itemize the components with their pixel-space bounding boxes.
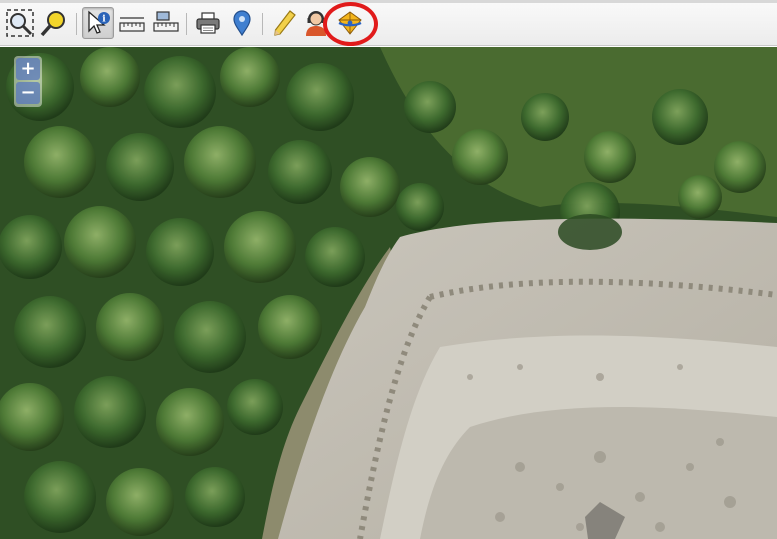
zoom-out-button[interactable]: − xyxy=(16,82,40,104)
print-button[interactable] xyxy=(192,7,224,39)
pencil-icon xyxy=(274,10,296,36)
place-marker-button[interactable] xyxy=(226,7,258,39)
map-view[interactable]: + − xyxy=(0,47,777,539)
ruler-area-icon xyxy=(153,11,179,32)
zoom-in-button[interactable]: + xyxy=(16,58,40,80)
svg-text:i: i xyxy=(102,15,106,25)
toolbar-top-border xyxy=(0,0,777,3)
edit-pencil-button[interactable] xyxy=(268,7,300,39)
zoom-in-tool-button[interactable] xyxy=(38,7,70,39)
toolbar-separator xyxy=(186,13,187,35)
identify-tool-button[interactable]: i xyxy=(82,7,114,39)
zoom-control: + − xyxy=(14,56,42,107)
zoom-extent-icon xyxy=(6,9,34,37)
toolbar-separator xyxy=(76,13,77,35)
toolbar-separator xyxy=(262,13,263,35)
measure-area-button[interactable] xyxy=(150,7,182,39)
highlight-circle-annotation xyxy=(323,2,378,46)
magnifier-yellow-icon xyxy=(40,11,65,37)
cursor-info-icon: i xyxy=(88,10,110,34)
aerial-imagery xyxy=(0,47,777,539)
pin-icon xyxy=(233,10,251,37)
map-toolbar: i xyxy=(0,0,777,46)
printer-icon xyxy=(196,12,220,34)
measure-line-button[interactable] xyxy=(116,7,148,39)
zoom-full-extent-button[interactable] xyxy=(4,7,36,39)
ruler-icon xyxy=(119,17,145,32)
